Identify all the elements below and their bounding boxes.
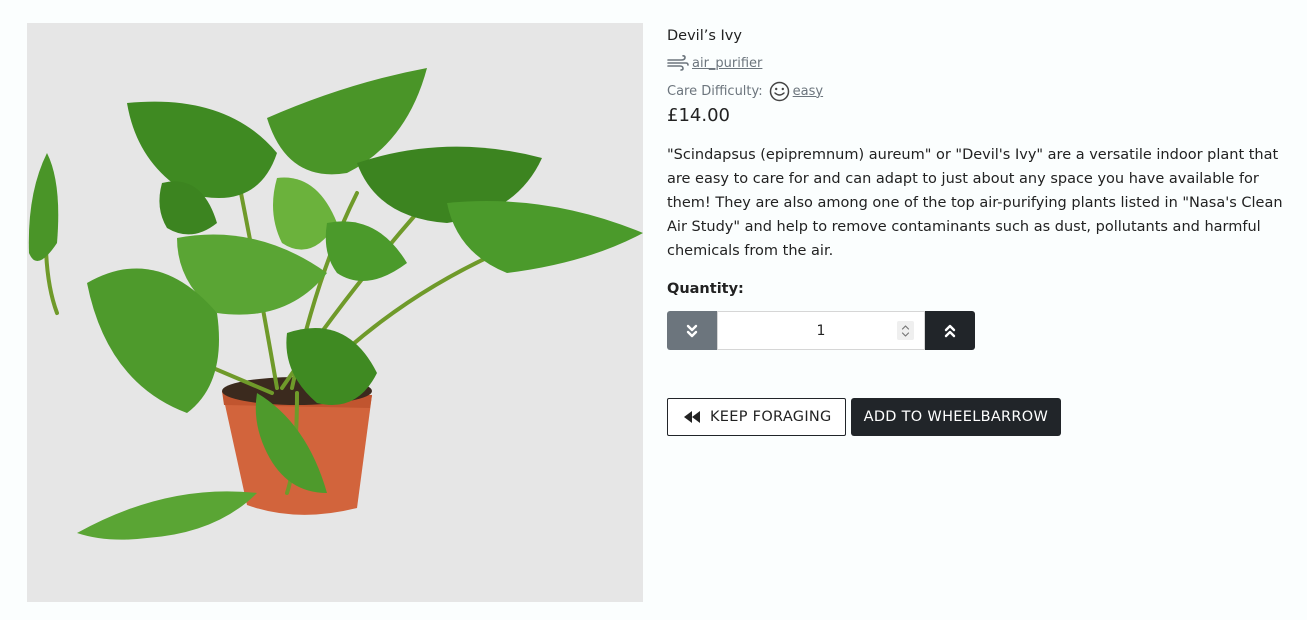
product-category: air_purifier — [667, 53, 1292, 73]
add-to-wheelbarrow-label: ADD TO WHEELBARROW — [863, 409, 1049, 425]
product-details: Devil’s Ivy air_purifier Care Difficulty… — [667, 26, 1292, 436]
care-difficulty-label: Care Difficulty: — [667, 83, 763, 99]
backward-icon — [684, 411, 700, 423]
product-name: Devil’s Ivy — [667, 28, 742, 44]
care-difficulty: Care Difficulty: easy — [667, 80, 1292, 102]
spinner-arrows-icon — [901, 324, 910, 337]
product-price: £14.00 — [667, 105, 730, 126]
chevrons-down-icon — [686, 324, 698, 337]
wind-icon — [667, 55, 689, 71]
quantity-field-wrap — [717, 311, 925, 350]
decrement-button[interactable] — [667, 311, 717, 350]
chevrons-up-icon — [944, 324, 956, 337]
quantity-stepper — [667, 311, 1292, 350]
increment-button[interactable] — [925, 311, 975, 350]
quantity-label: Quantity: — [667, 281, 744, 297]
keep-foraging-button[interactable]: KEEP FORAGING — [667, 398, 846, 436]
care-difficulty-link[interactable]: easy — [793, 84, 823, 99]
product-description: "Scindapsus (epipremnum) aureum" or "Dev… — [667, 147, 1283, 259]
keep-foraging-label: KEEP FORAGING — [710, 409, 832, 425]
quantity-spinner[interactable] — [897, 321, 914, 340]
smile-icon — [769, 81, 789, 101]
add-to-wheelbarrow-button[interactable]: ADD TO WHEELBARROW — [850, 398, 1062, 436]
category-link[interactable]: air_purifier — [692, 56, 762, 71]
quantity-input[interactable] — [718, 312, 924, 349]
product-image — [27, 23, 643, 602]
action-buttons: KEEP FORAGING ADD TO WHEELBARROW — [667, 398, 1292, 436]
